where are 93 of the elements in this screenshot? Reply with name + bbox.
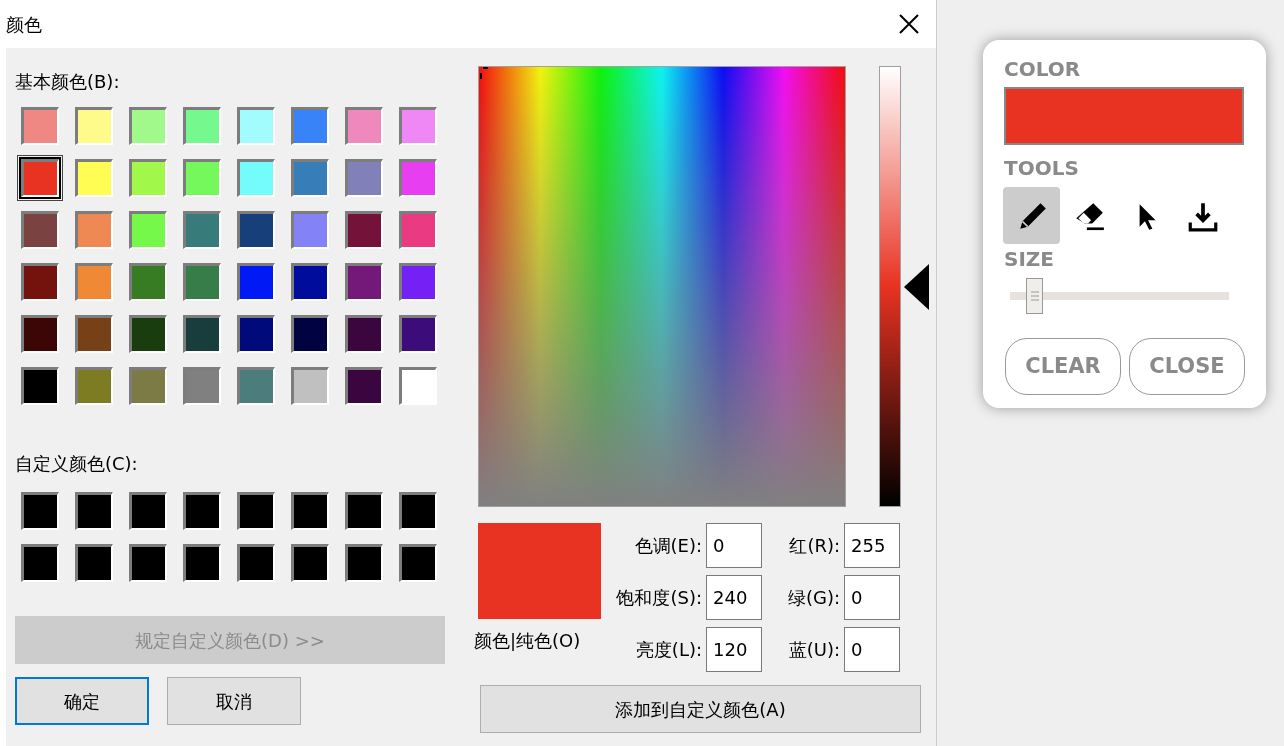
- tools-label: TOOLS: [1004, 157, 1080, 179]
- input-field[interactable]: 240: [706, 575, 762, 620]
- color-swatch[interactable]: [21, 263, 59, 301]
- color-spectrum[interactable]: [478, 66, 846, 507]
- color-swatch[interactable]: [237, 159, 275, 197]
- custom-color-swatch[interactable]: [399, 544, 437, 582]
- field-label: 红(R):: [789, 534, 840, 558]
- color-swatch[interactable]: [399, 211, 437, 249]
- custom-color-swatch[interactable]: [345, 492, 383, 530]
- color-swatch[interactable]: [291, 367, 329, 405]
- color-swatch[interactable]: [345, 211, 383, 249]
- color-swatch[interactable]: [129, 315, 167, 353]
- color-swatch[interactable]: [75, 159, 113, 197]
- color-swatch[interactable]: [399, 263, 437, 301]
- color-swatch[interactable]: [183, 367, 221, 405]
- color-label: COLOR: [1004, 58, 1082, 80]
- field-label: 色调(E):: [634, 534, 702, 558]
- add-to-custom-colors-button[interactable]: 添加到自定义颜色(A): [480, 685, 921, 733]
- luminance-bar[interactable]: [879, 66, 901, 507]
- field-label: 亮度(L):: [635, 638, 702, 662]
- color-swatch[interactable]: [237, 107, 275, 145]
- color-swatch[interactable]: [237, 211, 275, 249]
- color-swatch[interactable]: [345, 367, 383, 405]
- color-swatch[interactable]: [345, 315, 383, 353]
- size-label: SIZE: [1004, 248, 1055, 270]
- color-swatch[interactable]: [129, 211, 167, 249]
- basic-colors-label: 基本颜色(B):: [15, 70, 121, 94]
- color-swatch[interactable]: [399, 315, 437, 353]
- ok-button[interactable]: 确定: [15, 677, 149, 725]
- color-swatch[interactable]: [75, 263, 113, 301]
- color-swatch[interactable]: [129, 367, 167, 405]
- color-swatch[interactable]: [237, 367, 275, 405]
- close-icon[interactable]: [899, 14, 919, 34]
- color-swatch[interactable]: [291, 263, 329, 301]
- field-label: 绿(G):: [787, 586, 840, 610]
- field-label: 蓝(U):: [788, 638, 840, 662]
- tool-button[interactable]: [1003, 187, 1060, 244]
- color-swatch[interactable]: [399, 107, 437, 145]
- color-swatch[interactable]: [345, 107, 383, 145]
- custom-color-swatch[interactable]: [237, 492, 275, 530]
- color-swatch[interactable]: [21, 107, 59, 145]
- custom-color-swatch[interactable]: [21, 544, 59, 582]
- custom-color-swatch[interactable]: [345, 544, 383, 582]
- input-field[interactable]: 120: [706, 627, 762, 672]
- color-swatch[interactable]: [21, 211, 59, 249]
- custom-color-swatch[interactable]: [75, 544, 113, 582]
- color-swatch[interactable]: [345, 159, 383, 197]
- custom-color-swatch[interactable]: [291, 544, 329, 582]
- color-swatch[interactable]: [291, 315, 329, 353]
- input-field[interactable]: 0: [706, 523, 762, 568]
- color-swatch[interactable]: [129, 107, 167, 145]
- custom-color-swatch[interactable]: [291, 492, 329, 530]
- color-swatch[interactable]: [75, 211, 113, 249]
- color-swatch[interactable]: [183, 263, 221, 301]
- color-swatch[interactable]: [75, 315, 113, 353]
- color-swatch[interactable]: [291, 159, 329, 197]
- input-field[interactable]: 0: [844, 627, 900, 672]
- input-field[interactable]: 255: [844, 523, 900, 568]
- color-swatch[interactable]: [237, 263, 275, 301]
- custom-color-swatch[interactable]: [75, 492, 113, 530]
- custom-color-swatch[interactable]: [129, 544, 167, 582]
- custom-color-swatch[interactable]: [183, 544, 221, 582]
- custom-colors-label: 自定义颜色(C):: [15, 452, 139, 476]
- color-swatch[interactable]: [291, 211, 329, 249]
- color-swatch[interactable]: [75, 107, 113, 145]
- color-swatch[interactable]: [291, 107, 329, 145]
- color-swatch[interactable]: [399, 159, 437, 197]
- color-swatch[interactable]: [345, 263, 383, 301]
- slider-thumb[interactable]: [904, 263, 929, 310]
- input-field[interactable]: 0: [844, 575, 900, 620]
- crosshair-icon: [480, 67, 488, 81]
- color-swatch[interactable]: [1004, 87, 1244, 145]
- color-swatch[interactable]: [129, 263, 167, 301]
- color-swatch[interactable]: [21, 367, 59, 405]
- custom-color-swatch[interactable]: [399, 492, 437, 530]
- color-swatch[interactable]: [129, 159, 167, 197]
- custom-color-swatch[interactable]: [237, 544, 275, 582]
- field-label: 饱和度(S):: [616, 586, 702, 610]
- color-swatch[interactable]: [21, 315, 59, 353]
- custom-color-swatch[interactable]: [129, 492, 167, 530]
- custom-color-swatch[interactable]: [21, 492, 59, 530]
- cancel-button[interactable]: 取消: [167, 677, 301, 725]
- color-swatch[interactable]: [399, 367, 437, 405]
- color-swatch[interactable]: [183, 315, 221, 353]
- color-swatch[interactable]: [183, 107, 221, 145]
- slider-thumb[interactable]: [1026, 278, 1044, 314]
- color-swatch[interactable]: [237, 315, 275, 353]
- color-swatch[interactable]: [183, 211, 221, 249]
- window-title: 颜色: [6, 12, 42, 37]
- custom-color-swatch[interactable]: [183, 492, 221, 530]
- color-swatch[interactable]: [183, 159, 221, 197]
- color-swatch[interactable]: [75, 367, 113, 405]
- solid-color-label: 颜色|纯色(O): [474, 629, 582, 653]
